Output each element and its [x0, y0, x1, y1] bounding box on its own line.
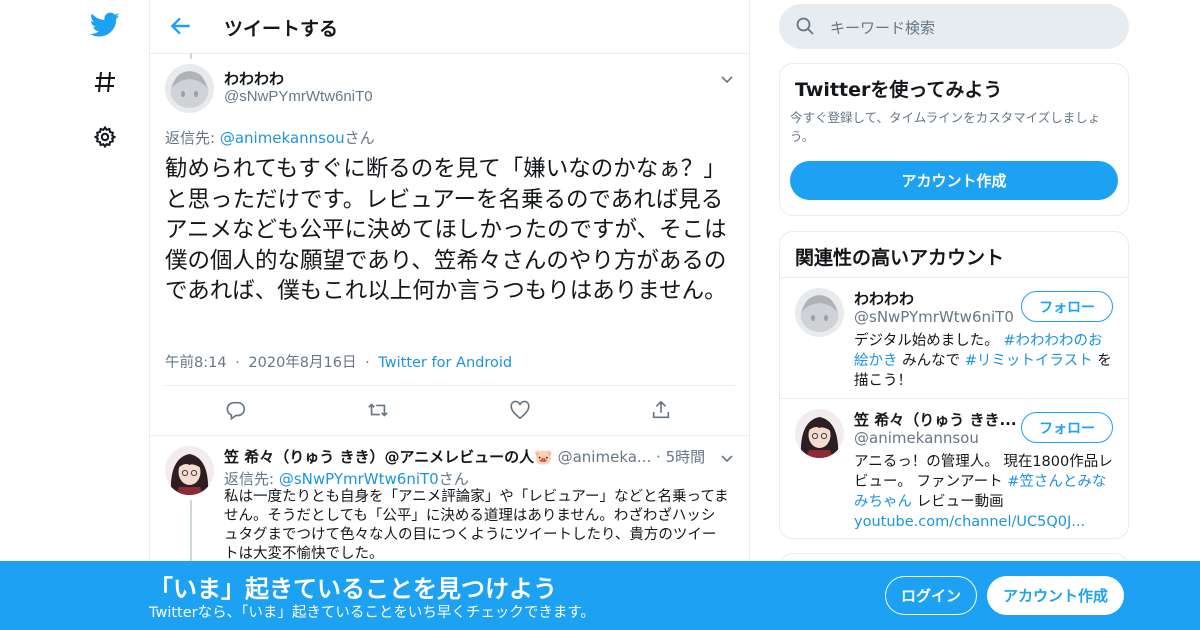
- related-title: 関連性の高いアカウント: [795, 247, 1005, 269]
- reply-text: 私は一度たりとも自身を「アニメ評論家」や「レビュアー」などと名乗ってません。そう…: [224, 489, 729, 562]
- reply-to-link[interactable]: @animekannsou: [220, 129, 345, 147]
- meta-separator: ·: [235, 355, 240, 371]
- reply-context: 返信先: @sNwPYmrWtw6niT0さん: [224, 468, 469, 489]
- avatar[interactable]: [165, 64, 214, 113]
- account-handle[interactable]: @animekannsou: [854, 429, 979, 447]
- back-arrow-icon[interactable]: [168, 13, 194, 39]
- signup-card: Twitterを使ってみよう 今すぐ登録して、タイムラインをカスタマイズしましょ…: [779, 63, 1129, 216]
- search-icon: [795, 16, 815, 36]
- reply-context: 返信先: @animekannsouさん: [165, 127, 375, 148]
- reply-prefix: 返信先:: [224, 470, 279, 488]
- reply-suffix: さん: [438, 470, 469, 488]
- account-name[interactable]: わわわわ: [854, 288, 1014, 309]
- account-bio: デジタル始めました。 #わわわわのお絵かき みんなで #リミットイラスト を描こ…: [854, 331, 1116, 391]
- retweet-icon[interactable]: [367, 399, 389, 421]
- tweet-date[interactable]: 2020年8月16日: [248, 355, 356, 371]
- reply-author-line: 笠 希々（りゅう きき）@アニメレビューの人🐷 @animeka... · 5時…: [224, 446, 705, 467]
- search-input[interactable]: キーワード検索: [830, 17, 935, 38]
- like-heart-icon[interactable]: [509, 399, 531, 421]
- focal-tweet: わわわわ @sNwPYmrWtw6niT0 返信先: @animekannsou…: [150, 54, 749, 436]
- bio-text: みんなで: [897, 353, 965, 369]
- avatar[interactable]: [795, 288, 844, 337]
- signup-card-title: Twitterを使ってみよう: [795, 79, 1003, 101]
- meta-separator: ·: [365, 355, 370, 371]
- share-icon[interactable]: [650, 399, 672, 421]
- signup-button[interactable]: アカウント作成: [987, 576, 1124, 615]
- tweet-source[interactable]: Twitter for Android: [378, 355, 512, 371]
- account-handle[interactable]: @sNwPYmrWtw6niT0: [854, 308, 1014, 326]
- hashtag-link[interactable]: #リミットイラスト: [965, 353, 1093, 369]
- related-accounts-card: 関連性の高いアカウント わわわわ @sNwPYmrWtw6niT0 フォロー デ…: [779, 231, 1129, 539]
- avatar[interactable]: [795, 409, 844, 458]
- tweet-time[interactable]: 午前8:14: [165, 355, 227, 371]
- account-bio: アニるっ！の管理人。 現在1800作品レビュー。 ファンアート #笠さんとみなみ…: [854, 452, 1116, 532]
- reply-icon[interactable]: [225, 399, 247, 421]
- thread-connector: [190, 500, 192, 570]
- twitter-logo-icon[interactable]: [90, 10, 120, 40]
- login-button[interactable]: ログイン: [885, 576, 977, 615]
- main-column: ツイートする わわわわ @sNwPYmrWtw6niT0 返信先: @anime…: [149, 0, 750, 630]
- chevron-down-icon[interactable]: [720, 71, 734, 85]
- banner-subtitle: Twitterなら、「いま」起きていることをいち早くチェックできます。: [149, 605, 595, 621]
- bio-text: レビュー動画: [912, 494, 1004, 510]
- signup-banner: 「いま」起きていることを見つけよう Twitterなら、「いま」起きていることを…: [0, 561, 1200, 630]
- author-name[interactable]: わわわわ: [224, 68, 284, 89]
- avatar[interactable]: [165, 446, 214, 495]
- reply-to-link[interactable]: @sNwPYmrWtw6niT0: [279, 470, 439, 488]
- tweet-text: 勧められてもすぐに断るのを見て「嫌いなのかなぁ？」と思っただけです。レビュアーを…: [165, 156, 727, 304]
- account-item[interactable]: 笠 希々（りゅう きき... @animekannsou フォロー アニるっ！の…: [780, 399, 1128, 532]
- author-handle[interactable]: @sNwPYmrWtw6niT0: [224, 88, 373, 105]
- account-item[interactable]: わわわわ @sNwPYmrWtw6niT0 フォロー デジタル始めました。 #わ…: [780, 278, 1128, 398]
- search-box[interactable]: キーワード検索: [779, 4, 1129, 49]
- settings-gear-icon[interactable]: [90, 122, 120, 152]
- page-header: ツイートする: [150, 0, 749, 54]
- follow-button[interactable]: フォロー: [1021, 291, 1113, 322]
- divider: [165, 385, 735, 386]
- chevron-down-icon[interactable]: [720, 450, 734, 464]
- bio-text: デジタル始めました。: [854, 333, 999, 349]
- signup-description: 今すぐ登録して、タイムラインをカスタマイズしましょう。: [790, 110, 1101, 144]
- reply-suffix: さん: [344, 129, 375, 147]
- create-account-button[interactable]: アカウント作成: [790, 161, 1118, 200]
- author-name[interactable]: 笠 希々（りゅう きき）@アニメレビューの人🐷: [224, 448, 553, 466]
- reply-tweet: 笠 希々（りゅう きき）@アニメレビューの人🐷 @animeka... · 5時…: [150, 436, 749, 570]
- follow-button[interactable]: フォロー: [1021, 412, 1113, 443]
- account-name[interactable]: 笠 希々（りゅう きき...: [854, 409, 1016, 430]
- tweet-meta: 午前8:14 · 2020年8月16日 · Twitter for Androi…: [165, 351, 512, 372]
- author-handle[interactable]: @animeka...: [558, 448, 652, 466]
- page-title: ツイートする: [224, 18, 339, 40]
- banner-title: 「いま」起きていることを見つけよう: [149, 575, 557, 603]
- meta-separator: ·: [651, 448, 666, 466]
- url-link[interactable]: youtube.com/channel/UC5Q0J...: [854, 514, 1085, 530]
- reply-time[interactable]: 5時間: [666, 448, 706, 466]
- explore-hashtag-icon[interactable]: [90, 67, 120, 97]
- reply-prefix: 返信先:: [165, 129, 220, 147]
